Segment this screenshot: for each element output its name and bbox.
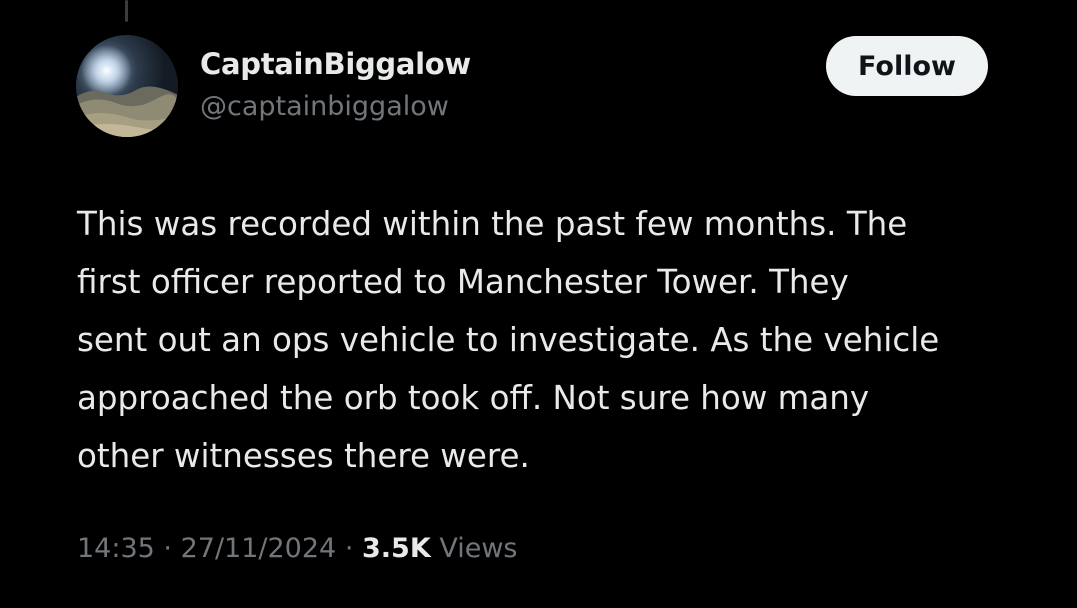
avatar-image [76,35,178,137]
tweet-meta: 14:35 · 27/11/2024 · 3.5K Views [77,533,518,564]
thread-connector-line [125,0,128,22]
tweet-date[interactable]: 27/11/2024 [181,533,337,564]
meta-separator: · [344,533,354,564]
tweet-text-line: This was recorded within the past few mo… [77,205,908,243]
tweet-time[interactable]: 14:35 [77,533,155,564]
tweet-text-line: approached the orb took off. Not sure ho… [77,379,870,417]
author-display-name[interactable]: CaptainBiggalow [200,47,471,81]
tweet-text: This was recorded within the past few mo… [77,195,1037,485]
avatar[interactable] [76,35,178,137]
follow-button[interactable]: Follow [826,36,988,96]
views-count: 3.5K [362,533,431,564]
tweet-text-line: first officer reported to Manchester Tow… [77,263,849,301]
tweet-text-line: sent out an ops vehicle to investigate. … [77,321,940,359]
views-label: Views [439,533,518,564]
author-handle[interactable]: @captainbiggalow [200,91,449,122]
tweet-text-line: other witnesses there were. [77,437,530,475]
meta-separator: · [163,533,172,564]
